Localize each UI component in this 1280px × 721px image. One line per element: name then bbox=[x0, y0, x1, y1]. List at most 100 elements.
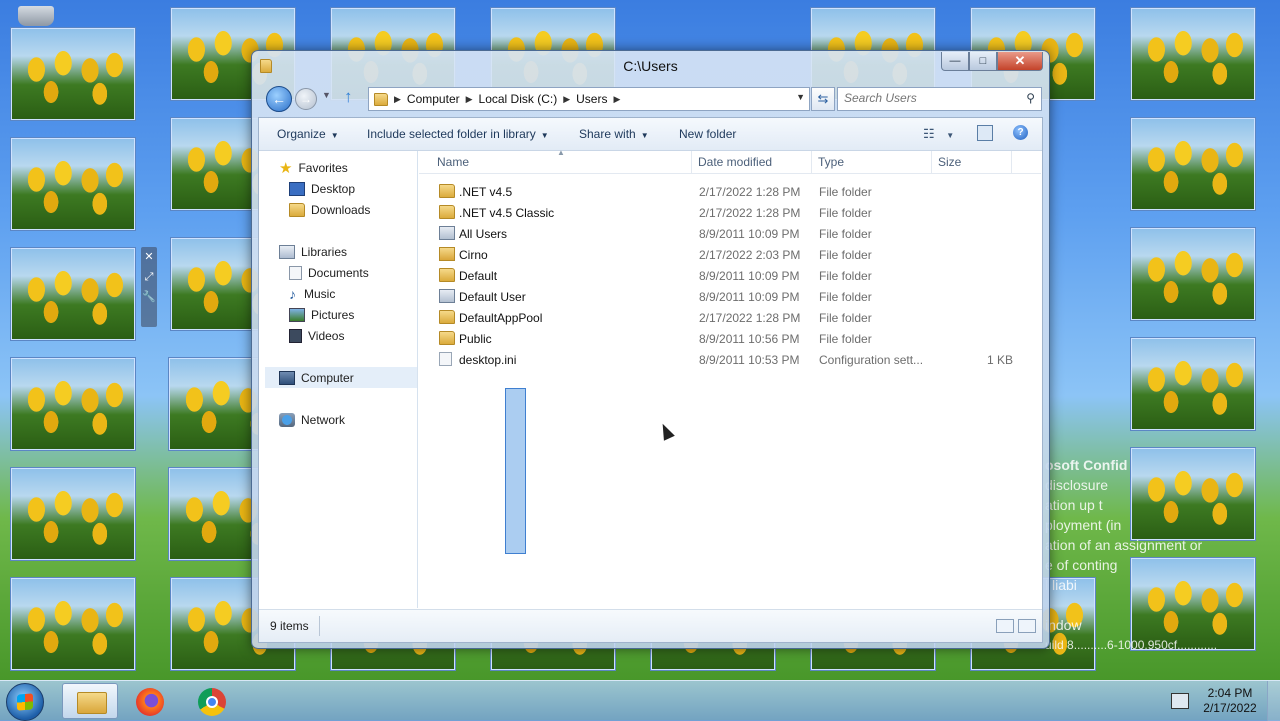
address-dropdown-icon[interactable]: ▼ bbox=[796, 92, 805, 102]
desktop-tile[interactable] bbox=[1131, 338, 1255, 430]
gadget-size-icon[interactable]: ⤢ bbox=[141, 267, 157, 287]
clock[interactable]: 2:04 PM 2/17/2022 bbox=[1196, 686, 1264, 716]
search-input[interactable] bbox=[838, 88, 1020, 108]
breadcrumb-computer[interactable]: Computer bbox=[407, 92, 460, 106]
maximize-button[interactable]: □ bbox=[969, 52, 997, 71]
large-icons-view-icon[interactable] bbox=[1018, 619, 1036, 633]
column-divider[interactable] bbox=[691, 151, 692, 173]
gadget-close-icon[interactable]: ✕ bbox=[141, 247, 157, 267]
network-tray-icon[interactable] bbox=[1171, 693, 1189, 709]
new-folder-button[interactable]: New folder bbox=[679, 127, 736, 141]
nav-computer[interactable]: Computer bbox=[265, 367, 417, 388]
caption-buttons: — □ ✕ bbox=[941, 52, 1043, 71]
desktop-tile[interactable] bbox=[1131, 8, 1255, 100]
wallpaper-line: ployment (in bbox=[1045, 517, 1122, 533]
column-divider[interactable] bbox=[931, 151, 932, 173]
column-header-name[interactable]: Name bbox=[437, 155, 469, 169]
file-type: File folder bbox=[819, 290, 872, 304]
gadget-options-icon[interactable]: 🔧 bbox=[141, 287, 157, 307]
column-header-type[interactable]: Type bbox=[818, 155, 844, 169]
column-divider[interactable] bbox=[1011, 151, 1012, 173]
nav-documents[interactable]: Documents bbox=[289, 262, 417, 283]
up-button[interactable]: ↑ bbox=[344, 87, 353, 107]
wallpaper-line: uild 8..........6-1000.950cf............ bbox=[1045, 638, 1218, 652]
table-row[interactable]: desktop.ini 8/9/2011 10:53 PM Configuratio… bbox=[419, 349, 1013, 370]
column-header-date[interactable]: Date modified bbox=[698, 155, 772, 169]
change-view-button[interactable]: ☷ ▼ bbox=[923, 126, 954, 142]
breadcrumb-users[interactable]: Users bbox=[576, 92, 607, 106]
preview-pane-button[interactable] bbox=[977, 125, 993, 141]
table-row[interactable]: Cirno 2/17/2022 2:03 PM File folder bbox=[419, 244, 999, 265]
include-in-library-button[interactable]: Include selected folder in library ▼ bbox=[367, 127, 549, 141]
file-type: File folder bbox=[819, 185, 872, 199]
file-name: desktop.ini bbox=[459, 353, 517, 367]
desktop-tile[interactable] bbox=[11, 28, 135, 120]
share-with-button[interactable]: Share with ▼ bbox=[579, 127, 649, 141]
title-bar[interactable]: C:\Users — □ ✕ bbox=[252, 51, 1049, 81]
search-icon[interactable]: ⚲ bbox=[1026, 91, 1035, 105]
file-name: Public bbox=[459, 332, 492, 346]
nav-downloads[interactable]: Downloads bbox=[289, 199, 417, 220]
wallpaper-line: indow bbox=[1045, 617, 1082, 633]
status-view-buttons bbox=[996, 619, 1036, 633]
file-date: 8/9/2011 10:09 PM bbox=[699, 227, 800, 241]
table-row[interactable]: DefaultAppPool 2/17/2022 1:28 PM File fold… bbox=[419, 307, 999, 328]
taskbar-chrome[interactable] bbox=[184, 683, 240, 719]
start-button[interactable] bbox=[6, 683, 44, 721]
refresh-button[interactable]: ⇆ bbox=[811, 87, 835, 111]
breadcrumb-local-disk[interactable]: Local Disk (C:) bbox=[479, 92, 558, 106]
taskbar-explorer[interactable] bbox=[62, 683, 118, 719]
show-desktop-button[interactable] bbox=[1267, 681, 1280, 721]
breadcrumb-chevron-icon[interactable]: ▶ bbox=[563, 94, 570, 105]
nav-favorites[interactable]: ★ Favorites bbox=[279, 157, 417, 178]
table-row[interactable]: Public 8/9/2011 10:56 PM File folder bbox=[419, 328, 999, 349]
drag-selection-rectangle bbox=[505, 388, 526, 554]
nav-network[interactable]: Network bbox=[279, 409, 417, 430]
taskbar-firefox[interactable] bbox=[122, 683, 178, 719]
nav-libraries[interactable]: Libraries bbox=[279, 241, 417, 262]
desktop-tile[interactable] bbox=[11, 358, 135, 450]
recent-pages-button[interactable]: ▼ bbox=[322, 90, 331, 100]
folder-shortcut-icon bbox=[439, 289, 455, 303]
desktop-tile[interactable] bbox=[11, 468, 135, 560]
desktop-tile[interactable] bbox=[11, 578, 135, 670]
details-view-icon[interactable] bbox=[996, 619, 1014, 633]
nav-pictures[interactable]: Pictures bbox=[289, 304, 417, 325]
file-date: 8/9/2011 10:09 PM bbox=[699, 290, 800, 304]
search-box[interactable]: ⚲ bbox=[837, 87, 1042, 111]
desktop-tile[interactable] bbox=[1131, 228, 1255, 320]
breadcrumb-chevron-icon[interactable]: ▶ bbox=[466, 94, 473, 105]
chrome-icon bbox=[198, 688, 226, 716]
forward-button[interactable]: → bbox=[295, 88, 317, 110]
desktop-tile[interactable] bbox=[1131, 118, 1255, 210]
nav-videos[interactable]: Videos bbox=[289, 325, 417, 346]
file-name: .NET v4.5 bbox=[459, 185, 513, 199]
desktop-tile[interactable] bbox=[11, 138, 135, 230]
address-bar[interactable]: ▶ Computer ▶ Local Disk (C:) ▶ Users ▶ ▼ bbox=[368, 87, 810, 111]
nav-music[interactable]: ♪ Music bbox=[289, 283, 417, 304]
minimize-button[interactable]: — bbox=[941, 52, 969, 71]
table-row[interactable]: Default User 8/9/2011 10:09 PM File folder bbox=[419, 286, 999, 307]
table-row[interactable]: .NET v4.5 Classic 2/17/2022 1:28 PM File f… bbox=[419, 202, 999, 223]
documents-icon bbox=[289, 265, 302, 280]
table-row[interactable]: All Users 8/9/2011 10:09 PM File folder bbox=[419, 223, 999, 244]
table-row[interactable]: Default 8/9/2011 10:09 PM File folder bbox=[419, 265, 999, 286]
close-button[interactable]: ✕ bbox=[997, 52, 1043, 71]
back-button[interactable]: ← bbox=[266, 86, 292, 112]
column-header-size[interactable]: Size bbox=[938, 155, 961, 169]
wallpaper-line: ation up t bbox=[1045, 497, 1103, 513]
table-row[interactable]: .NET v4.5 2/17/2022 1:28 PM File folder bbox=[419, 181, 999, 202]
file-name: Default User bbox=[459, 290, 526, 304]
organize-button[interactable]: Organize ▼ bbox=[277, 127, 339, 141]
recycle-bin-icon[interactable] bbox=[18, 6, 54, 26]
explorer-icon bbox=[77, 692, 107, 714]
breadcrumb-chevron-icon[interactable]: ▶ bbox=[613, 94, 620, 105]
file-date: 8/9/2011 10:53 PM bbox=[699, 353, 800, 367]
desktop-tile[interactable] bbox=[11, 248, 135, 340]
breadcrumb-chevron-icon[interactable]: ▶ bbox=[394, 94, 401, 105]
column-divider[interactable] bbox=[811, 151, 812, 173]
sort-arrow-icon: ▲ bbox=[557, 148, 565, 157]
nav-desktop[interactable]: Desktop bbox=[289, 178, 417, 199]
nav-label: Pictures bbox=[311, 307, 355, 322]
help-button[interactable]: ? bbox=[1013, 125, 1028, 140]
